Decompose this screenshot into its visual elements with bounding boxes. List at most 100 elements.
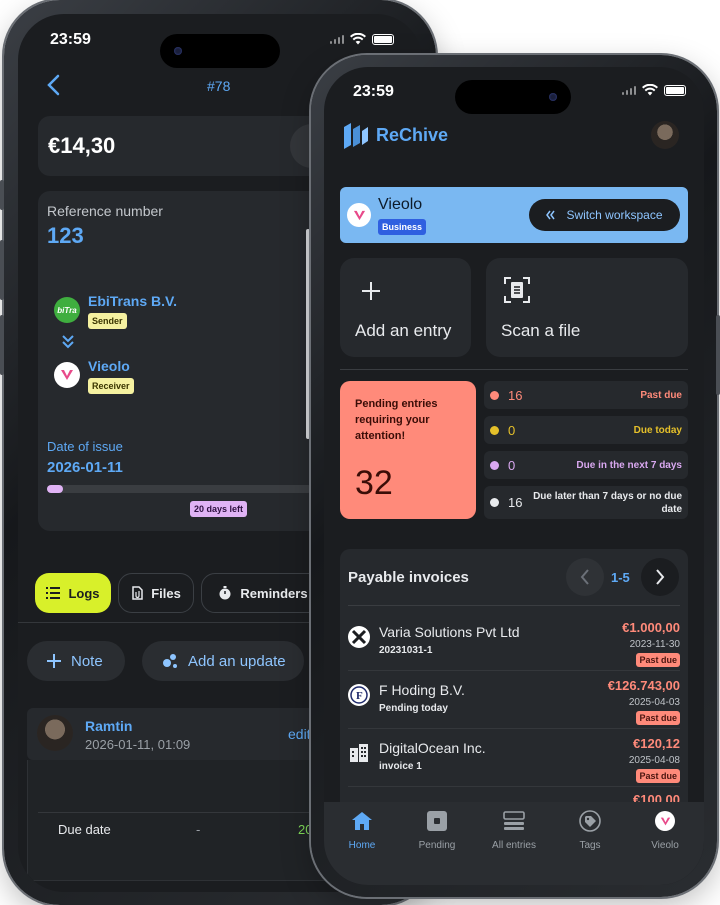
log-user-name: Ramtin [85, 718, 133, 734]
pending-entries-title: Pending entries requiring your attention… [355, 398, 438, 442]
back-status-icons [330, 33, 394, 45]
pending-icon [427, 811, 447, 831]
nav-tags[interactable]: Tags [560, 808, 620, 851]
workspace-logo [347, 203, 371, 227]
nav-workspace[interactable]: Vieolo [635, 808, 695, 851]
days-progress-fill [47, 485, 63, 493]
log-timestamp: 2026-01-11, 01:09 [85, 737, 191, 752]
avatar [37, 715, 73, 751]
invoice-amount: €126.743,00 [607, 678, 680, 693]
nav-home[interactable]: Home [332, 808, 392, 851]
f-hoding-logo-icon: F [348, 684, 370, 706]
invoice-status-badge: Past due [636, 653, 680, 667]
add-note-label: Note [71, 652, 103, 670]
log-edit-link[interactable]: edit [288, 726, 311, 742]
invoice-status-badge: Past due [636, 711, 680, 725]
double-chevron-down-icon [62, 335, 74, 349]
nav-all-entries[interactable]: All entries [484, 808, 544, 851]
days-left-badge: 20 days left [190, 501, 248, 517]
due-row-due-today[interactable]: 0 Due today [484, 416, 688, 444]
workspace-banner: Vieolo Business Switch workspace [340, 187, 688, 243]
sender-name: EbiTrans B.V. [88, 293, 177, 309]
due-row-count: 16 [508, 387, 523, 403]
invoice-row[interactable]: F F Hoding B.V. Pending today €126.743,0… [348, 670, 680, 729]
due-row-later[interactable]: 16 Due later than 7 days or no due date [484, 486, 688, 519]
add-entry-tile[interactable]: Add an entry [340, 258, 471, 357]
sender-role-badge: Sender [88, 313, 127, 329]
pending-entries-card[interactable]: Pending entries requiring your attention… [340, 381, 476, 519]
front-dynamic-island [455, 80, 571, 114]
entries-list-icon [503, 811, 525, 830]
switch-workspace-label: Switch workspace [566, 208, 663, 222]
invoice-vendor: Varia Solutions Pvt Ltd [379, 624, 520, 640]
front-status-icons [622, 84, 686, 96]
tab-logs[interactable]: Logs [35, 573, 111, 613]
invoice-vendor: F Hoding B.V. [379, 682, 465, 698]
back-dynamic-island [160, 34, 280, 68]
invoice-vendor: DigitalOcean Inc. [379, 740, 486, 756]
chevron-left-icon [580, 569, 589, 585]
nav-workspace-label: Vieolo [651, 840, 679, 851]
invoice-due-date: 2023-11-30 [629, 639, 680, 650]
plus-icon [362, 282, 380, 300]
back-arrow-icon[interactable] [46, 74, 62, 96]
vieolo-logo-icon [655, 811, 675, 831]
scan-file-label: Scan a file [501, 321, 581, 340]
list-icon [46, 587, 61, 599]
signal-icon [330, 34, 344, 44]
add-update-button[interactable]: Add an update [142, 641, 304, 681]
tab-files-label: Files [151, 585, 181, 601]
svg-text:F: F [356, 690, 363, 702]
page-range: 1-5 [611, 570, 630, 585]
invoice-amount: €120,12 [633, 736, 680, 751]
timer-icon [219, 586, 231, 600]
invoice-row[interactable]: Varia Solutions Pvt Ltd 20231031-1 €1.00… [348, 612, 680, 671]
nav-pending[interactable]: Pending [407, 808, 467, 851]
tab-reminders[interactable]: Reminders [201, 573, 325, 613]
bubbles-icon [163, 654, 177, 668]
due-row-next-7-days[interactable]: 0 Due in the next 7 days [484, 451, 688, 479]
invoice-due-date: 2025-04-08 [628, 755, 680, 766]
due-row-count: 0 [508, 457, 516, 473]
days-progress-track [47, 485, 312, 493]
due-row-label: Due today [633, 424, 682, 436]
battery-icon [372, 33, 394, 45]
invoice-reference: 20231031-1 [379, 645, 433, 656]
status-dot [490, 460, 499, 470]
add-entry-label: Add an entry [355, 321, 452, 340]
scan-file-tile[interactable]: Scan a file [486, 258, 688, 357]
add-note-button[interactable]: Note [27, 641, 125, 681]
receiver-logo [54, 362, 80, 388]
date-label: Date of issue [47, 439, 123, 454]
receiver-name: Vieolo [88, 358, 130, 374]
invoice-row[interactable]: DigitalOcean Inc. invoice 1 €120,12 2025… [348, 728, 680, 787]
tab-files[interactable]: Files [118, 573, 194, 613]
rechive-logo-icon [344, 123, 368, 149]
home-icon [352, 812, 372, 830]
next-page-button[interactable] [641, 558, 679, 596]
invoice-due-date: 2025-04-03 [628, 697, 680, 708]
due-row-past-due[interactable]: 16 Past due [484, 381, 688, 409]
due-row-count: 16 [508, 495, 523, 510]
invoice-amount: €1.000,00 [622, 620, 680, 635]
switch-workspace-button[interactable]: Switch workspace [529, 199, 680, 231]
wifi-icon [642, 84, 658, 96]
tab-logs-label: Logs [68, 585, 100, 601]
chevron-right-icon [656, 569, 665, 585]
due-row-count: 0 [508, 422, 516, 438]
user-avatar[interactable] [651, 121, 679, 149]
status-dot [490, 425, 499, 435]
due-row-label: Due in the next 7 days [576, 459, 682, 471]
workspace-name: Vieolo [378, 196, 423, 213]
back-phone-side-button [0, 180, 4, 210]
varia-logo-icon [348, 626, 370, 648]
due-row-label: Past due [640, 389, 682, 401]
partial-invoice-amount: €100,00 [633, 792, 680, 802]
workspace-type-badge: Business [378, 219, 427, 235]
back-phone-volume-up [0, 240, 4, 300]
nav-pending-label: Pending [418, 840, 456, 851]
prev-page-button[interactable] [566, 558, 604, 596]
file-icon [132, 586, 143, 600]
pending-entries-count: 32 [355, 464, 393, 502]
due-row-label: Due later than 7 days or no due date [533, 490, 682, 515]
